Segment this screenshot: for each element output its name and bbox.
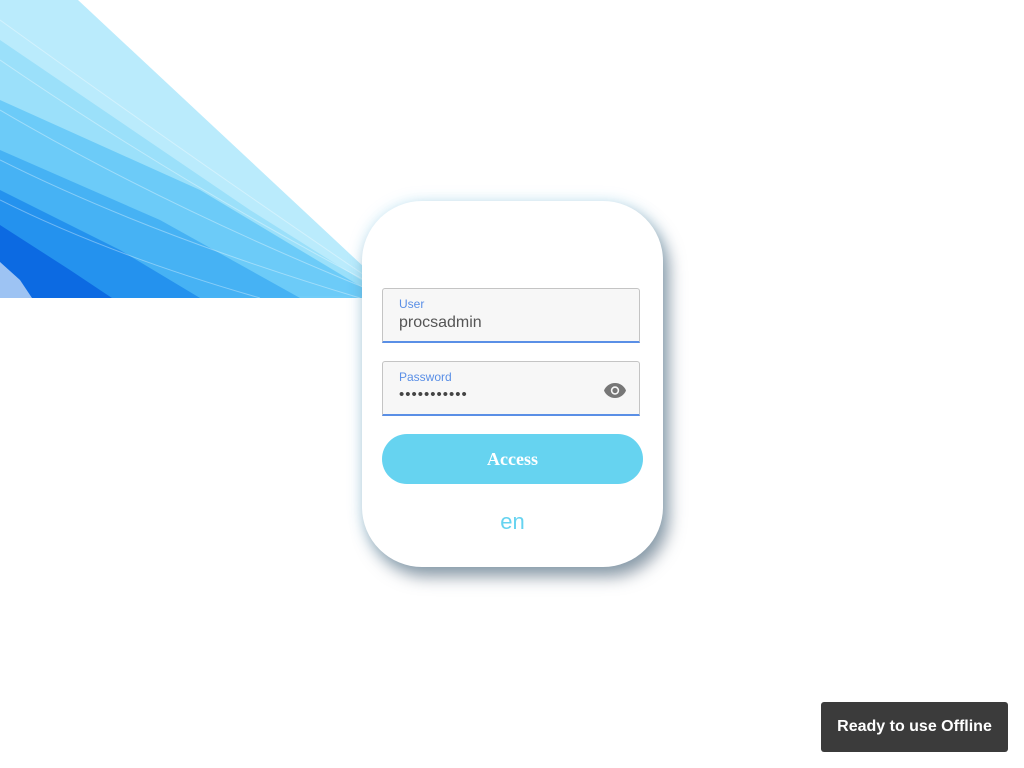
eye-icon[interactable] [603, 378, 627, 402]
language-selector[interactable]: en [362, 509, 663, 535]
offline-ready-toast: Ready to use Offline [821, 702, 1008, 752]
login-card: User Password ••••••••••• Access en [362, 201, 663, 567]
user-field-label: User [399, 297, 425, 311]
user-field[interactable]: User [382, 288, 640, 343]
user-input[interactable] [399, 314, 589, 332]
background-wave-graphic [0, 0, 396, 299]
password-input[interactable]: ••••••••••• [399, 386, 589, 403]
password-field[interactable]: Password ••••••••••• [382, 361, 640, 416]
access-button[interactable]: Access [382, 434, 643, 484]
password-field-label: Password [399, 370, 452, 384]
login-screen: User Password ••••••••••• Access en Read… [0, 0, 1024, 768]
